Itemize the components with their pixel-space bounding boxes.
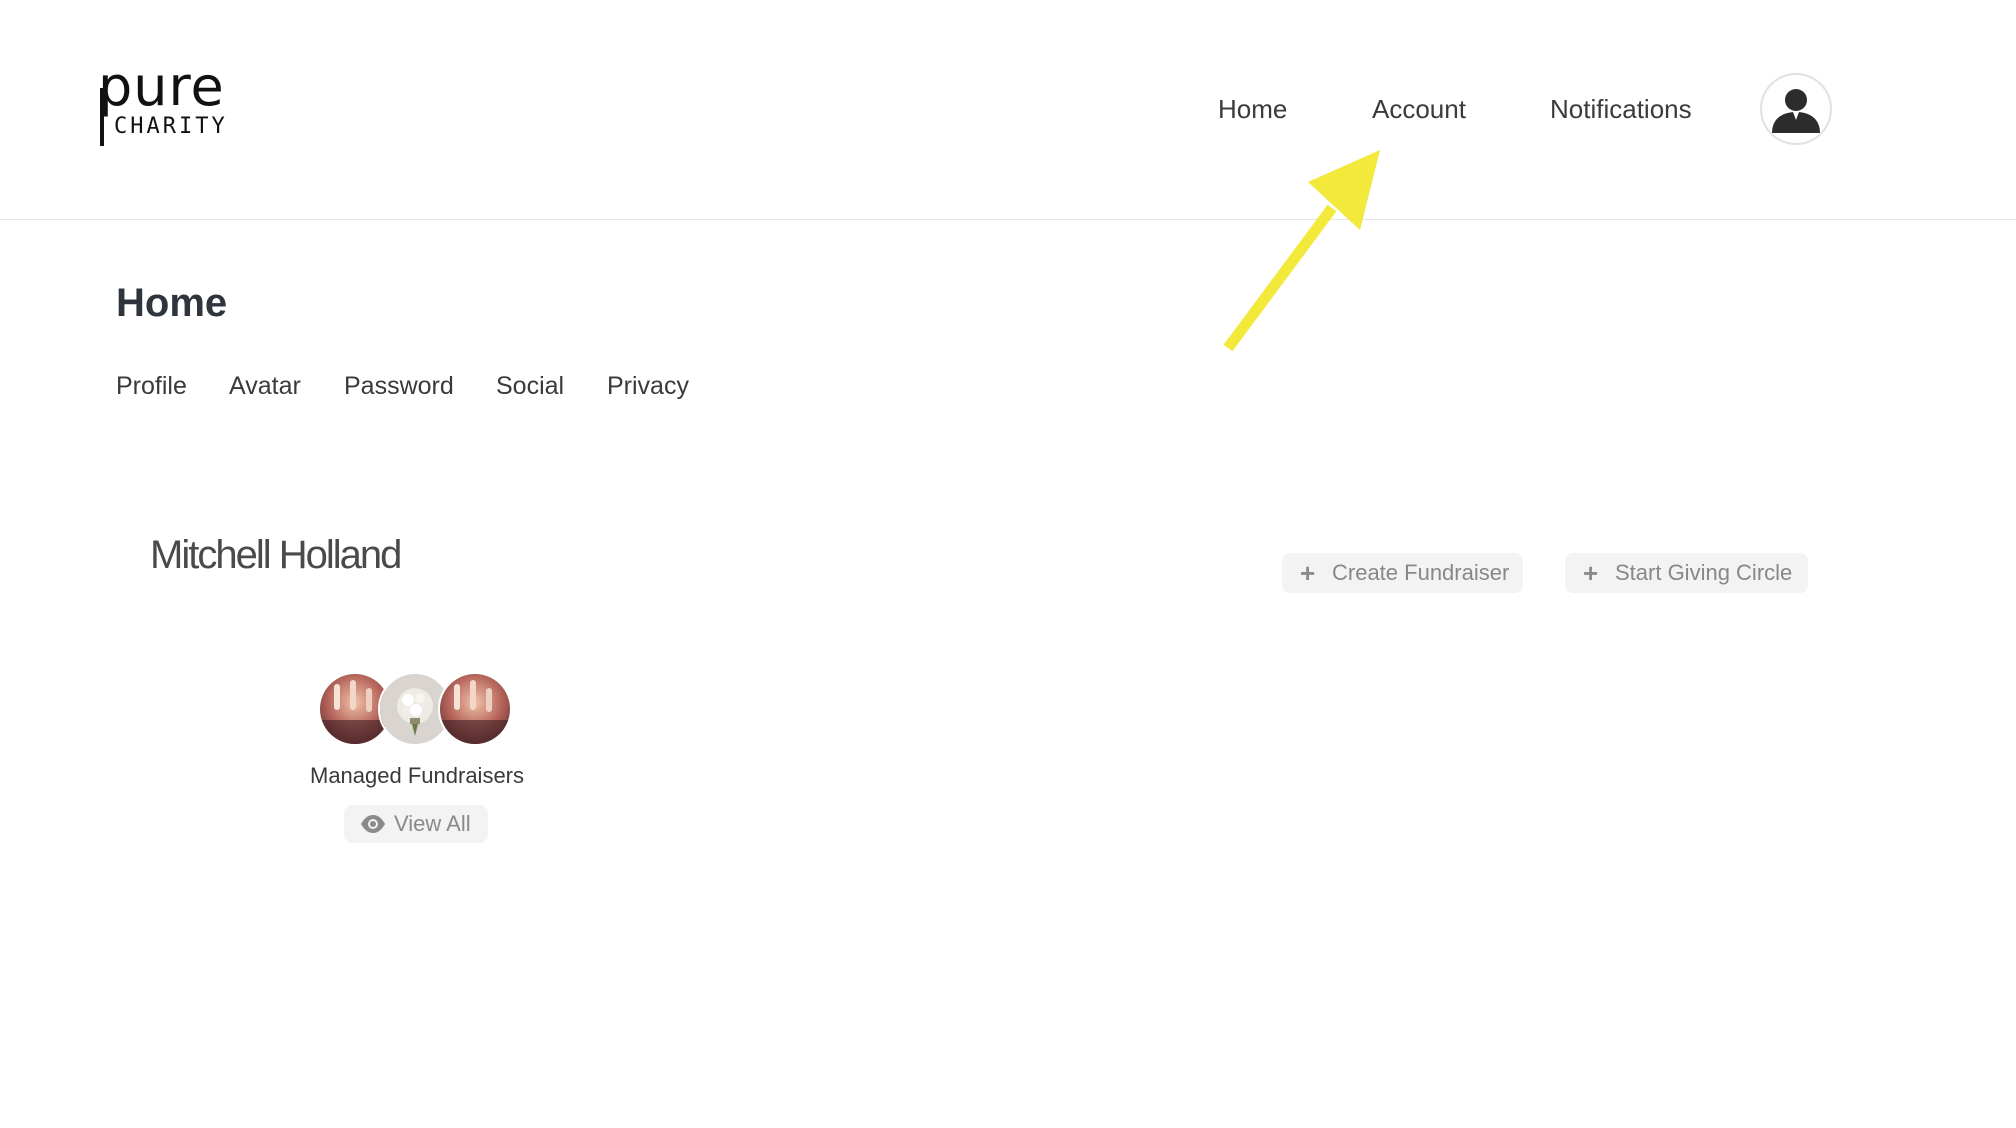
annotation-arrow bbox=[1223, 150, 1380, 352]
start-giving-circle-label: Start Giving Circle bbox=[1615, 560, 1793, 585]
page-title: Home bbox=[116, 281, 228, 325]
fundraiser-thumbnail[interactable] bbox=[438, 672, 512, 746]
user-avatar[interactable] bbox=[1760, 73, 1832, 145]
logo-text-pure: pure bbox=[98, 55, 225, 118]
plus-icon: + bbox=[1300, 558, 1316, 588]
eye-icon bbox=[361, 815, 385, 833]
nav-home-link[interactable]: Home bbox=[1218, 92, 1287, 126]
tab-avatar[interactable]: Avatar bbox=[229, 370, 301, 402]
create-fundraiser-label: Create Fundraiser bbox=[1332, 560, 1510, 585]
tab-social[interactable]: Social bbox=[496, 370, 564, 402]
view-all-button[interactable]: View All bbox=[344, 805, 488, 843]
user-silhouette-icon bbox=[1772, 89, 1820, 133]
logo-text-charity: CHARITY bbox=[114, 114, 228, 139]
create-fundraiser-button[interactable]: + Create Fundraiser bbox=[1282, 553, 1523, 593]
nav-account-link[interactable]: Account bbox=[1372, 92, 1466, 126]
site-header: pure CHARITY Home Account Notifications bbox=[0, 0, 2016, 220]
tab-profile[interactable]: Profile bbox=[116, 370, 187, 402]
tab-privacy[interactable]: Privacy bbox=[607, 370, 689, 402]
tab-password[interactable]: Password bbox=[344, 370, 454, 402]
managed-fundraisers-label: Managed Fundraisers bbox=[310, 763, 525, 788]
user-name: Mitchell Holland bbox=[150, 533, 402, 577]
start-giving-circle-button[interactable]: + Start Giving Circle bbox=[1565, 553, 1808, 593]
pure-charity-logo[interactable]: pure CHARITY bbox=[98, 60, 238, 146]
nav-notifications-link[interactable]: Notifications bbox=[1550, 92, 1692, 126]
fundraiser-thumbnails[interactable] bbox=[318, 672, 514, 746]
view-all-label: View All bbox=[394, 811, 471, 836]
plus-icon: + bbox=[1583, 558, 1599, 588]
